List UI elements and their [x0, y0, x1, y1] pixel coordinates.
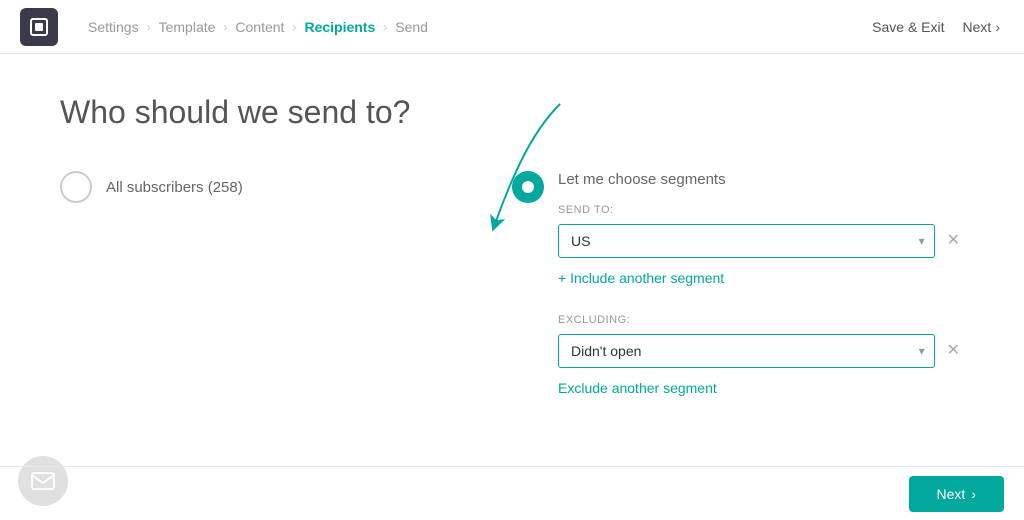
excluding-select[interactable]: Didn't open	[558, 334, 935, 368]
next-button[interactable]: Next ›	[959, 13, 1004, 41]
recipients-row: All subscribers (258) Let me choose segm…	[60, 171, 964, 424]
next-bottom-label: Next	[937, 486, 966, 502]
next-bottom-chevron-icon: ›	[971, 486, 976, 502]
exclude-another-segment-link[interactable]: Exclude another segment	[558, 380, 717, 396]
breadcrumb-sep-2: ›	[223, 20, 227, 34]
option-all-subscribers[interactable]: All subscribers (258)	[60, 171, 512, 203]
excluding-row: Didn't open ▾ ✕	[558, 334, 964, 368]
excluding-label: EXCLUDING:	[558, 314, 964, 326]
all-subscribers-label: All subscribers (258)	[106, 179, 243, 196]
remove-excluding-button[interactable]: ✕	[943, 339, 964, 363]
radio-all-subscribers[interactable]	[60, 171, 92, 203]
breadcrumb-sep-3: ›	[292, 20, 296, 34]
breadcrumb-recipients[interactable]: Recipients	[304, 19, 375, 35]
breadcrumb-template[interactable]: Template	[159, 19, 216, 35]
breadcrumb-send[interactable]: Send	[395, 19, 428, 35]
radio-active-dot	[522, 181, 534, 193]
header: Settings › Template › Content › Recipien…	[0, 0, 1024, 54]
breadcrumb: Settings › Template › Content › Recipien…	[88, 19, 862, 35]
header-actions: Save & Exit Next ›	[862, 13, 1004, 41]
send-to-select[interactable]: US	[558, 224, 935, 258]
save-exit-button[interactable]: Save & Exit	[862, 13, 954, 41]
logo-icon	[30, 18, 48, 36]
breadcrumb-content[interactable]: Content	[235, 19, 284, 35]
radio-choose-segments[interactable]	[512, 171, 544, 203]
page-title: Who should we send to?	[60, 94, 964, 131]
include-another-segment-link[interactable]: + Include another segment	[558, 270, 724, 286]
segments-panel: Let me choose segments SEND TO: US ▾ ✕ +…	[558, 171, 964, 424]
next-chevron-icon: ›	[995, 19, 1000, 35]
breadcrumb-settings[interactable]: Settings	[88, 19, 139, 35]
segments-option-label: Let me choose segments	[558, 171, 964, 188]
breadcrumb-sep-1: ›	[147, 20, 151, 34]
remove-send-to-button[interactable]: ✕	[943, 229, 964, 253]
option-choose-segments: Let me choose segments SEND TO: US ▾ ✕ +…	[512, 171, 964, 424]
excluding-select-wrapper: Didn't open ▾	[558, 334, 935, 368]
main-content: Who should we send to? All subscribers (…	[0, 54, 1024, 464]
next-bottom-button[interactable]: Next ›	[909, 476, 1004, 512]
bottom-bar: Next ›	[0, 466, 1024, 520]
breadcrumb-sep-4: ›	[383, 20, 387, 34]
logo[interactable]	[20, 8, 58, 46]
send-to-select-wrapper: US ▾	[558, 224, 935, 258]
send-to-row: US ▾ ✕	[558, 224, 964, 258]
send-to-label: SEND TO:	[558, 204, 964, 216]
